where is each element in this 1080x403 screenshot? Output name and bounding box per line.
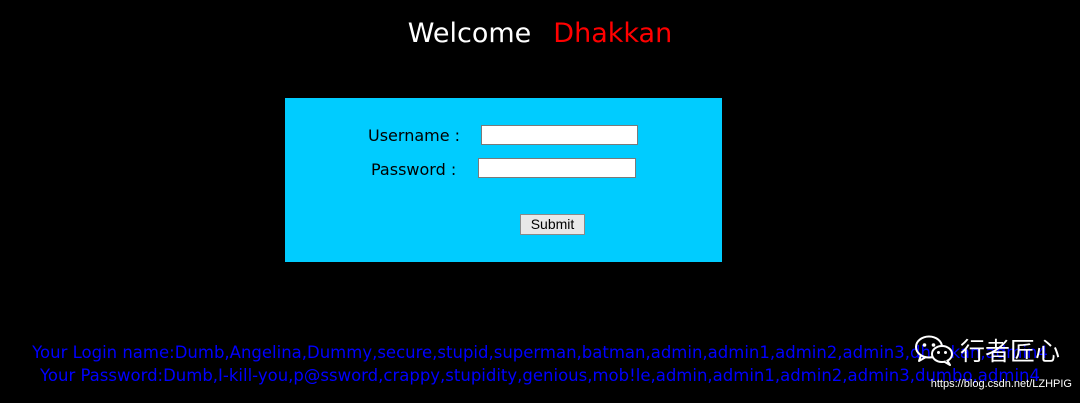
user-name: Dhakkan	[553, 18, 673, 49]
username-label: Username :	[368, 126, 461, 145]
wechat-icon	[914, 335, 953, 366]
page: Welcome Dhakkan Username : Password : Sub…	[0, 0, 1080, 403]
welcome-heading: Welcome Dhakkan	[0, 18, 1080, 49]
passwords-text: Your Password:Dumb,I-kill-you,p@ssword,c…	[40, 366, 1040, 385]
welcome-text: Welcome	[407, 18, 532, 49]
channel-name: 行者匠心	[959, 337, 1060, 366]
source-url: https://blog.csdn.net/LZHPIG	[930, 378, 1072, 390]
username-input[interactable]	[481, 125, 638, 145]
submit-button[interactable]: Submit	[520, 214, 585, 235]
password-input[interactable]	[478, 158, 636, 178]
login-form: Username : Password : Submit	[285, 98, 722, 262]
watermark: 行者匠心	[914, 332, 1060, 368]
password-label: Password :	[371, 160, 457, 179]
